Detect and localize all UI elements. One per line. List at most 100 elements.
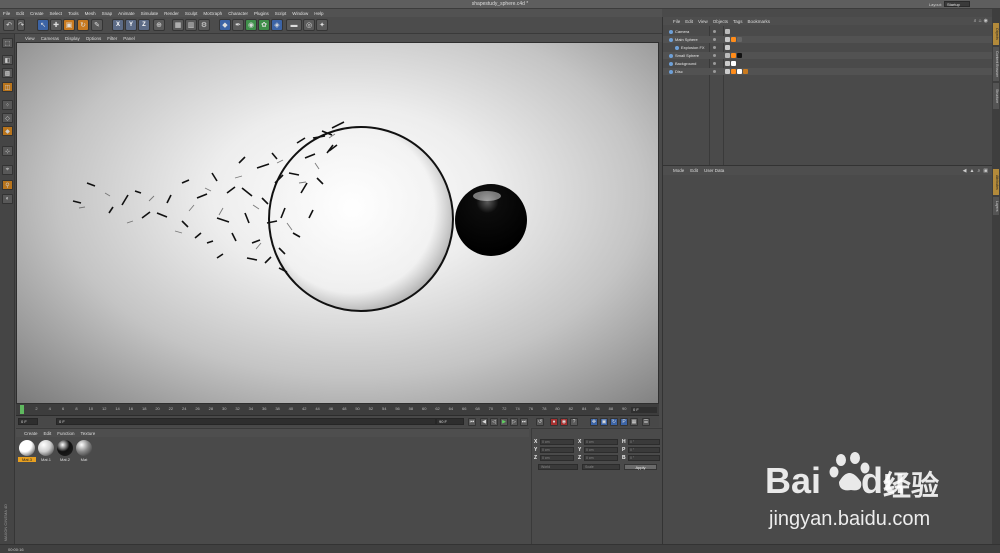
lock-icon[interactable]: ▣ xyxy=(983,168,988,174)
viewport-menu-filter[interactable]: Filter xyxy=(107,36,117,41)
coordinate-system-icon[interactable]: ⊕ xyxy=(153,19,165,31)
object-tag-icon[interactable] xyxy=(731,53,736,58)
rotation-field[interactable]: 0 ° xyxy=(628,439,660,445)
prev-key-icon[interactable]: ◀ xyxy=(480,418,488,426)
object-tag-icon[interactable] xyxy=(725,45,730,50)
timeline-playhead[interactable] xyxy=(20,405,24,414)
points-mode-icon[interactable]: ⁘ xyxy=(2,100,13,110)
menu-select[interactable]: Select xyxy=(50,11,63,16)
visibility-dot-icon[interactable] xyxy=(713,38,716,41)
record-position-icon[interactable]: ✥ xyxy=(590,418,598,426)
render-settings-icon[interactable]: ⚙ xyxy=(198,19,210,31)
tweak-mode-icon[interactable]: ⌖ xyxy=(2,165,13,175)
next-frame-icon[interactable]: ▷ xyxy=(510,418,518,426)
keyframe-selection-icon[interactable]: ? xyxy=(570,418,578,426)
floor-icon[interactable]: ▬ xyxy=(286,19,302,31)
record-rotation-icon[interactable]: ↻ xyxy=(610,418,618,426)
viewport-menu-display[interactable]: Display xyxy=(65,36,80,41)
rotation-field[interactable]: 0 ° xyxy=(628,447,660,453)
x-axis-lock-button[interactable]: X xyxy=(112,19,124,31)
object-tag-icon[interactable] xyxy=(731,37,736,42)
edges-mode-icon[interactable]: ◇ xyxy=(2,113,13,123)
scheme-menu-icon[interactable]: ☰ xyxy=(642,418,650,426)
object-tag-icon[interactable] xyxy=(737,37,742,42)
current-frame-field[interactable]: 0 F xyxy=(18,418,38,425)
loop-icon[interactable]: ↺ xyxy=(536,418,544,426)
menu-simulate[interactable]: Simulate xyxy=(141,11,159,16)
scale-tool-icon[interactable]: ▣ xyxy=(63,19,75,31)
goto-end-icon[interactable]: ⏭ xyxy=(520,418,528,426)
menu-file[interactable]: File xyxy=(3,11,10,16)
play-icon[interactable]: ▶ xyxy=(500,418,508,426)
tab-attributes[interactable]: Attributes xyxy=(993,169,999,195)
rotate-tool-icon[interactable]: ↻ xyxy=(77,19,89,31)
light-icon[interactable]: ✦ xyxy=(316,19,328,31)
search-icon[interactable]: ⌕ xyxy=(974,18,977,24)
size-field[interactable]: 0 cm xyxy=(584,447,618,453)
y-axis-lock-button[interactable]: Y xyxy=(125,19,137,31)
object-menu-view[interactable]: View xyxy=(698,19,708,24)
undo-icon[interactable]: ↶ xyxy=(3,19,15,31)
material-swatch[interactable]: Mat xyxy=(75,440,93,462)
home-icon[interactable]: ⌂ xyxy=(979,18,982,24)
menu-mesh[interactable]: Mesh xyxy=(85,11,96,16)
back-arrow-icon[interactable]: ◀ xyxy=(963,168,967,174)
object-row[interactable]: Small Sphere xyxy=(663,52,993,59)
position-field[interactable]: 0 cm xyxy=(540,439,574,445)
record-key-icon[interactable]: ● xyxy=(550,418,558,426)
menu-mograph[interactable]: MoGraph xyxy=(203,11,222,16)
object-tag-icon[interactable] xyxy=(725,61,730,66)
move-tool-icon[interactable]: ✚ xyxy=(50,19,62,31)
material-menu-function[interactable]: Function xyxy=(57,431,74,436)
visibility-dot-icon[interactable] xyxy=(713,46,716,49)
menu-script[interactable]: Script xyxy=(275,11,287,16)
size-field[interactable]: 0 cm xyxy=(584,439,618,445)
z-axis-lock-button[interactable]: Z xyxy=(138,19,150,31)
object-tag-icon[interactable] xyxy=(737,53,742,58)
recent-tool-icon[interactable]: ✎ xyxy=(91,19,103,31)
menu-help[interactable]: Help xyxy=(314,11,323,16)
visibility-dot-icon[interactable] xyxy=(713,54,716,57)
menu-snap[interactable]: Snap xyxy=(102,11,113,16)
layout-selector[interactable]: Layout: Startup xyxy=(929,1,970,7)
material-menu-texture[interactable]: Texture xyxy=(81,431,96,436)
tab-layers[interactable]: Layers xyxy=(993,197,999,215)
cube-primitive-icon[interactable]: ◆ xyxy=(219,19,231,31)
viewport-menu-view[interactable]: View xyxy=(25,36,35,41)
search-icon[interactable]: ⌕ xyxy=(977,168,980,174)
goto-start-icon[interactable]: ⏮ xyxy=(468,418,476,426)
autokey-icon[interactable]: ◉ xyxy=(560,418,568,426)
menu-animate[interactable]: Animate xyxy=(118,11,135,16)
menu-edit[interactable]: Edit xyxy=(16,11,24,16)
prev-frame-icon[interactable]: ◁ xyxy=(490,418,498,426)
polygons-mode-icon[interactable]: ◆ xyxy=(2,126,13,136)
menu-plugins[interactable]: Plugins xyxy=(254,11,269,16)
frame-range-slider[interactable]: 0 F xyxy=(56,418,436,425)
snap-icon[interactable]: ⚲ xyxy=(2,180,13,190)
solo-icon[interactable]: ◐ xyxy=(2,194,13,204)
object-tag-icon[interactable] xyxy=(725,37,730,42)
menu-tools[interactable]: Tools xyxy=(68,11,79,16)
material-menu-create[interactable]: Create xyxy=(24,431,38,436)
render-picture-viewer-icon[interactable]: ▥ xyxy=(185,19,197,31)
spline-pen-icon[interactable]: ✒ xyxy=(232,19,244,31)
object-menu-file[interactable]: File xyxy=(673,19,680,24)
menu-create[interactable]: Create xyxy=(30,11,44,16)
object-tag-icon[interactable] xyxy=(737,69,742,74)
object-row[interactable]: Background xyxy=(663,60,993,67)
visibility-dot-icon[interactable] xyxy=(713,70,716,73)
object-tag-icon[interactable] xyxy=(743,69,748,74)
attribute-menu-mode[interactable]: Mode xyxy=(673,168,684,173)
material-menu-edit[interactable]: Edit xyxy=(44,431,52,436)
render-view-icon[interactable]: ▦ xyxy=(172,19,184,31)
axis-mode-icon[interactable]: ⊹ xyxy=(2,146,13,156)
select-tool-icon[interactable]: ↖ xyxy=(37,19,49,31)
visibility-dot-icon[interactable] xyxy=(713,62,716,65)
object-row[interactable]: Camera xyxy=(663,28,993,35)
coordinate-mode-select[interactable]: World xyxy=(538,464,578,470)
coordinate-scale-select[interactable]: Scale xyxy=(582,464,620,470)
object-menu-tags[interactable]: Tags xyxy=(733,19,743,24)
attribute-menu-edit[interactable]: Edit xyxy=(690,168,698,173)
rotation-field[interactable]: 0 ° xyxy=(628,455,660,461)
object-tag-icon[interactable] xyxy=(725,53,730,58)
